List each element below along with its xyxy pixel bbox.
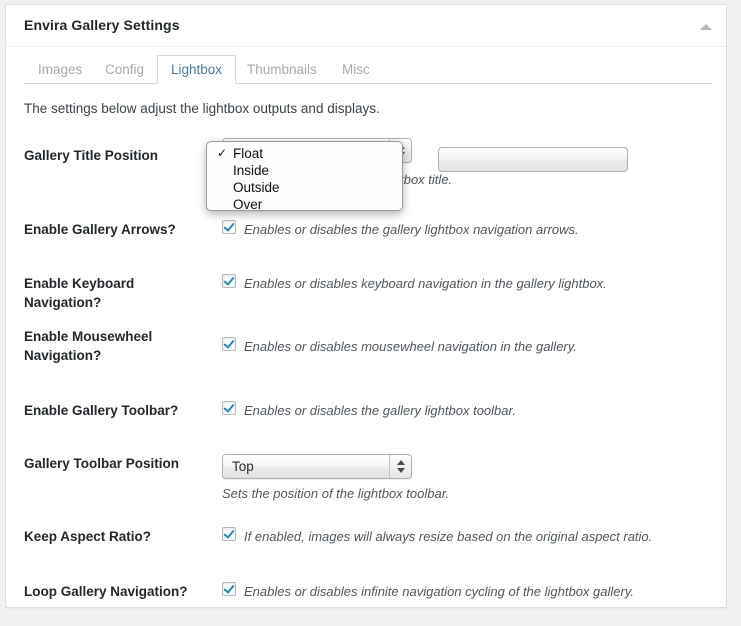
setting-label: Enable Keyboard Navigation? — [24, 276, 135, 310]
gallery-title-position-select[interactable] — [438, 147, 628, 172]
tab-misc[interactable]: Misc — [328, 55, 384, 84]
dropdown-option-label: Over — [233, 197, 263, 212]
setting-hint: Enables or disables infinite navigation … — [244, 584, 634, 599]
dropdown-option-float[interactable]: ✓ Float — [207, 146, 402, 163]
enable-mousewheel-navigation-checkbox[interactable] — [222, 337, 236, 351]
dropdown-option-outside[interactable]: Outside — [207, 180, 402, 197]
setting-hint: Enables or disables mousewheel navigatio… — [244, 339, 577, 354]
dropdown-option-label: Inside — [233, 163, 270, 178]
settings-metabox: Envira Gallery Settings Images Config Li… — [5, 4, 727, 608]
enable-gallery-arrows-checkbox[interactable] — [222, 220, 236, 234]
dropdown-option-inside[interactable]: Inside — [207, 163, 402, 180]
enable-keyboard-navigation-checkbox[interactable] — [222, 274, 236, 288]
keep-aspect-ratio-checkbox[interactable] — [222, 527, 236, 541]
setting-hint: Enables or disables the gallery lightbox… — [244, 403, 516, 418]
dropdown-option-over[interactable]: Over — [207, 197, 402, 214]
tab-lightbox[interactable]: Lightbox — [157, 55, 237, 84]
screenshot-root: Envira Gallery Settings Images Config Li… — [0, 0, 741, 626]
intro-description: The settings below adjust the lightbox o… — [24, 101, 380, 116]
setting-label: Enable Gallery Arrows? — [24, 222, 176, 237]
enable-gallery-toolbar-checkbox[interactable] — [222, 401, 236, 415]
setting-hint: Enables or disables the gallery lightbox… — [244, 222, 579, 237]
collapse-triangle-up-icon[interactable] — [700, 22, 712, 32]
setting-label: Keep Aspect Ratio? — [24, 529, 152, 544]
setting-label: Loop Gallery Navigation? — [24, 584, 188, 599]
stepper-arrows-icon[interactable] — [389, 455, 411, 478]
gallery-title-position-dropdown-list[interactable]: ✓ Float Inside Outside Over — [206, 141, 403, 214]
setting-hint: Sets the position of the lightbox toolba… — [222, 486, 450, 501]
setting-label: Gallery Toolbar Position — [24, 456, 180, 471]
setting-label: Enable Mousewheel Navigation? — [24, 329, 153, 363]
setting-hint: If enabled, images will always resize ba… — [244, 529, 653, 544]
metabox-header: Envira Gallery Settings — [6, 5, 726, 47]
setting-hint: Enables or disables keyboard navigation … — [244, 276, 607, 291]
dropdown-option-label: Float — [233, 146, 264, 161]
dropdown-option-label: Outside — [233, 180, 280, 195]
gallery-toolbar-position-select[interactable]: Top — [222, 454, 412, 479]
checkmark-icon: ✓ — [217, 146, 228, 160]
select-value: Top — [232, 459, 254, 474]
setting-label: Gallery Title Position — [24, 148, 159, 163]
setting-label: Enable Gallery Toolbar? — [24, 403, 179, 418]
page-title: Envira Gallery Settings — [24, 17, 180, 33]
tab-thumbnails[interactable]: Thumbnails — [233, 55, 331, 84]
loop-gallery-navigation-checkbox[interactable] — [222, 582, 236, 596]
tab-bar: Images Config Lightbox Thumbnails Misc — [6, 47, 726, 84]
tab-config[interactable]: Config — [91, 55, 158, 84]
tab-images[interactable]: Images — [24, 55, 96, 84]
